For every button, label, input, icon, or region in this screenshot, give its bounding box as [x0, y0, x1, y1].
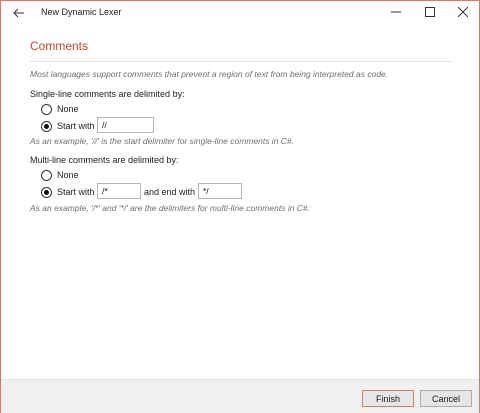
maximize-icon	[425, 7, 435, 17]
back-button[interactable]	[9, 3, 29, 23]
multi-line-end-input[interactable]: */	[198, 183, 242, 199]
single-line-none-label: None	[57, 104, 79, 114]
dialog-window: New Dynamic Lexer Comments Most language…	[0, 0, 480, 413]
single-line-none-radio[interactable]	[41, 103, 52, 115]
finish-button[interactable]: Finish	[362, 390, 414, 407]
single-line-start-radio[interactable]	[41, 120, 52, 132]
multi-line-end-label: and end with	[144, 187, 196, 197]
maximize-button[interactable]	[414, 1, 446, 23]
multi-line-none-option[interactable]: None	[41, 168, 79, 182]
dialog-footer: Finish Cancel	[1, 379, 479, 413]
close-icon	[458, 7, 468, 17]
multi-line-start-radio[interactable]	[41, 186, 52, 198]
multi-line-label: Multi-line comments are delimited by:	[30, 155, 179, 165]
multi-line-start-input[interactable]: /*	[97, 183, 141, 199]
single-line-note: As an example, '//' is the start delimit…	[30, 136, 295, 146]
multi-line-note: As an example, '/*' and '*/' are the del…	[30, 203, 311, 213]
single-line-none-option[interactable]: None	[41, 102, 79, 116]
cancel-button[interactable]: Cancel	[420, 390, 472, 407]
multi-line-start-option[interactable]: Start with	[41, 185, 95, 199]
page-description: Most languages support comments that pre…	[30, 69, 389, 79]
window-title: New Dynamic Lexer	[41, 7, 122, 17]
title-bar: New Dynamic Lexer	[1, 1, 479, 25]
minimize-button[interactable]	[380, 1, 412, 23]
multi-line-none-label: None	[57, 170, 79, 180]
divider	[30, 61, 452, 62]
page-title: Comments	[30, 39, 89, 53]
minimize-icon	[391, 11, 401, 13]
single-line-label: Single-line comments are delimited by:	[30, 89, 185, 99]
multi-line-none-radio[interactable]	[41, 169, 52, 181]
single-line-start-input[interactable]: //	[97, 117, 154, 133]
close-button[interactable]	[447, 1, 479, 23]
single-line-start-label: Start with	[57, 121, 95, 131]
arrow-left-icon	[13, 8, 24, 18]
multi-line-start-label: Start with	[57, 187, 95, 197]
single-line-start-option[interactable]: Start with	[41, 119, 95, 133]
